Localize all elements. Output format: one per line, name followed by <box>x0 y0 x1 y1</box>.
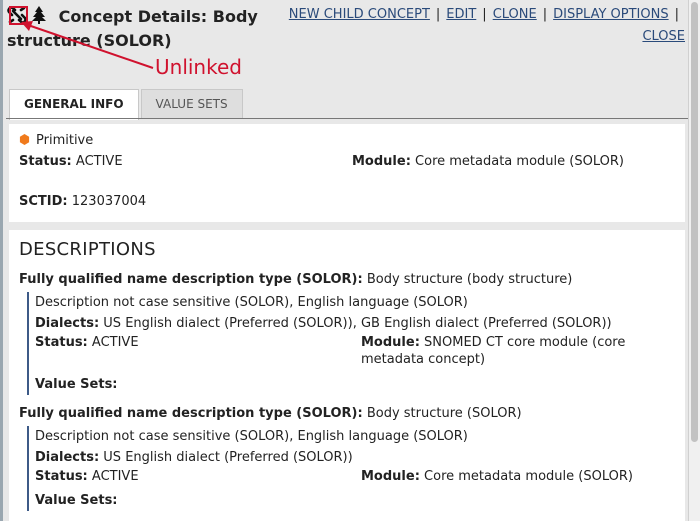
vertical-scrollbar[interactable] <box>688 0 700 521</box>
tab-bar: GENERAL INFO VALUE SETS <box>9 89 245 120</box>
dialects-label: Dialects: <box>35 316 100 331</box>
descriptions-heading: DESCRIPTIONS <box>19 239 156 260</box>
dialects-value: US English dialect (Preferred (SOLOR)), … <box>103 316 612 331</box>
description-type-value: Body structure (body structure) <box>366 272 573 287</box>
case-language-text: Description not case sensitive (SOLOR), … <box>35 429 468 444</box>
description-status-grid: Status: ACTIVE Module: Core metadata mod… <box>35 468 679 490</box>
description-module-label: Module: <box>361 469 420 484</box>
tab-value-sets[interactable]: VALUE SETS <box>140 89 243 119</box>
general-info-panel: Primitive Status: ACTIVE Module: Core me… <box>9 124 685 222</box>
module-label: Module: <box>352 154 411 169</box>
description-status-label: Status: <box>35 469 88 484</box>
description-status-value: ACTIVE <box>91 469 139 484</box>
separator: | <box>542 7 548 22</box>
separator: | <box>674 7 679 22</box>
dialects-row: Dialects: US English dialect (Preferred … <box>35 313 679 334</box>
description-type-value: Body structure (SOLOR) <box>366 406 522 421</box>
value-sets-row: Value Sets: <box>35 490 679 511</box>
status-row: Status: ACTIVE <box>19 154 123 169</box>
primitive-label: Primitive <box>36 133 94 148</box>
separator: | <box>482 7 487 22</box>
description-details: Description not case sensitive (SOLOR), … <box>27 426 679 511</box>
sctid-label: SCTID: <box>19 194 68 209</box>
description-module: Module: SNOMED CT core module (core meta… <box>361 334 681 368</box>
description-status-label: Status: <box>35 335 88 350</box>
orange-hexagon-icon <box>19 134 30 145</box>
tab-divider <box>6 118 688 119</box>
status-value: ACTIVE <box>75 154 123 169</box>
annotation-label: Unlinked <box>155 55 242 79</box>
description-type-row: Fully qualified name description type (S… <box>19 405 679 423</box>
value-sets-label: Value Sets: <box>35 493 118 508</box>
module-value: Core metadata module (SOLOR) <box>415 154 624 169</box>
new-child-concept-link[interactable]: NEW CHILD CONCEPT <box>289 7 430 22</box>
description-item: Fully qualified name description type (S… <box>19 271 679 395</box>
tab-general-info[interactable]: GENERAL INFO <box>9 89 139 120</box>
action-links: NEW CHILD CONCEPT | EDIT | CLONE | DISPLAY OPT… <box>285 4 685 48</box>
description-status: Status: ACTIVE <box>35 334 139 352</box>
description-status-grid: Status: ACTIVE Module: SNOMED CT core mo… <box>35 334 679 374</box>
scrollbar-thumb[interactable] <box>691 2 698 442</box>
description-status-value: ACTIVE <box>91 335 139 350</box>
description-type-row: Fully qualified name description type (S… <box>19 271 679 289</box>
description-details: Description not case sensitive (SOLOR), … <box>27 292 679 395</box>
display-options-link[interactable]: DISPLAY OPTIONS <box>553 7 669 22</box>
primitive-row: Primitive <box>19 133 93 148</box>
description-item: Fully qualified name description type (S… <box>19 405 679 511</box>
description-type-label: Fully qualified name description type (S… <box>19 272 363 287</box>
clone-link[interactable]: CLONE <box>493 7 537 22</box>
module-row: Module: Core metadata module (SOLOR) <box>352 154 624 169</box>
description-type-label: Fully qualified name description type (S… <box>19 406 363 421</box>
dialects-label: Dialects: <box>35 450 100 465</box>
close-link[interactable]: CLOSE <box>642 29 685 44</box>
case-language-text: Description not case sensitive (SOLOR), … <box>35 295 468 310</box>
header: Concept Details: Body structure (SOLOR) … <box>3 0 691 80</box>
descriptions-panel: DESCRIPTIONS Fully qualified name descri… <box>9 230 685 521</box>
description-module-label: Module: <box>361 335 420 350</box>
dialects-row: Dialects: US English dialect (Preferred … <box>35 447 679 468</box>
sctid-value: 123037004 <box>71 194 147 209</box>
annotation-arrow-icon <box>21 21 154 69</box>
value-sets-row: Value Sets: <box>35 374 679 395</box>
status-label: Status: <box>19 154 72 169</box>
concept-details-page: Concept Details: Body structure (SOLOR) … <box>0 0 688 521</box>
dialects-value: US English dialect (Preferred (SOLOR)) <box>103 450 353 465</box>
description-status: Status: ACTIVE <box>35 468 139 486</box>
separator: | <box>435 7 441 22</box>
value-sets-label: Value Sets: <box>35 377 118 392</box>
description-module: Module: Core metadata module (SOLOR) <box>361 468 681 485</box>
description-module-value: Core metadata module (SOLOR) <box>424 469 633 484</box>
sctid-row: SCTID: 123037004 <box>19 194 146 209</box>
edit-link[interactable]: EDIT <box>446 7 476 22</box>
